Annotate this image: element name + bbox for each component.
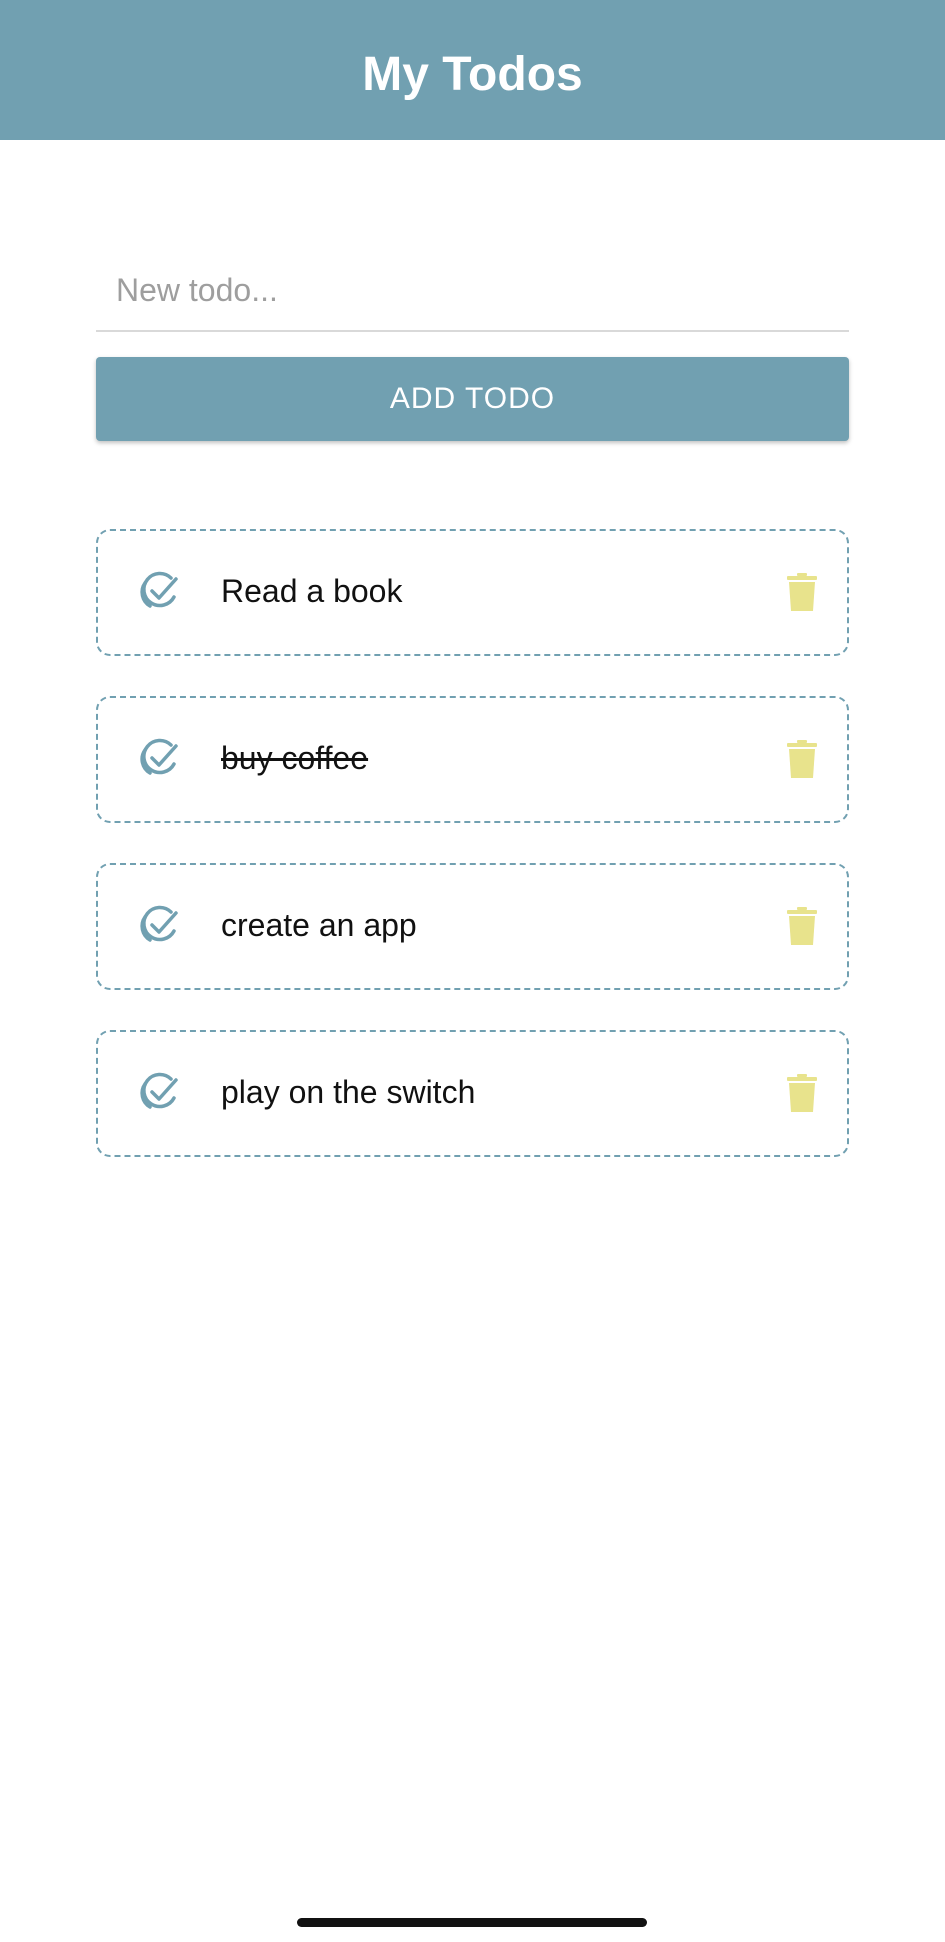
- check-circle-icon[interactable]: [138, 738, 180, 778]
- app-header: My Todos: [0, 0, 945, 140]
- check-circle-icon[interactable]: [138, 905, 180, 945]
- home-indicator: [297, 1918, 647, 1927]
- check-circle-icon[interactable]: [138, 571, 180, 611]
- page-title: My Todos: [362, 47, 583, 101]
- check-circle-icon[interactable]: [138, 1072, 180, 1112]
- new-todo-input[interactable]: [96, 250, 849, 330]
- add-todo-button[interactable]: ADD TODO: [96, 357, 849, 441]
- todo-text: buy coffee: [221, 740, 369, 776]
- trash-icon[interactable]: [787, 1074, 817, 1112]
- todo-text: play on the switch: [221, 1074, 476, 1110]
- new-todo-field: [96, 250, 849, 332]
- todo-text: Read a book: [221, 573, 403, 609]
- todo-item: buy coffee: [96, 696, 849, 823]
- todo-item: play on the switch: [96, 1030, 849, 1157]
- todo-text: create an app: [221, 907, 417, 943]
- todo-item: Read a book: [96, 529, 849, 656]
- trash-icon[interactable]: [787, 740, 817, 778]
- todo-item: create an app: [96, 863, 849, 990]
- trash-icon[interactable]: [787, 907, 817, 945]
- trash-icon[interactable]: [787, 573, 817, 611]
- todo-list: Read a book buy coffee create an app pla…: [96, 529, 849, 1197]
